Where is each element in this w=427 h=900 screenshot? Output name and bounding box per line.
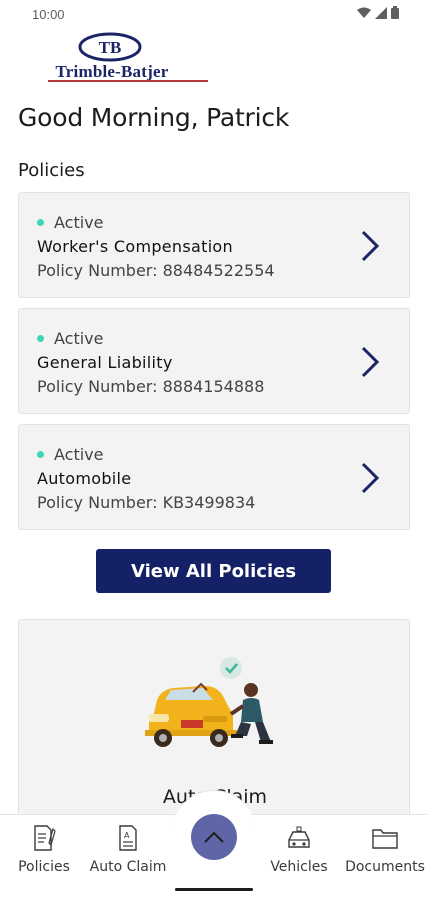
policy-number: Policy Number: KB3499834 xyxy=(37,493,256,512)
nav-label: Documents xyxy=(345,859,425,875)
wifi-icon xyxy=(357,7,371,18)
claim-form-icon: A xyxy=(119,825,137,851)
nav-label: Vehicles xyxy=(270,859,328,875)
car-repair-illustration xyxy=(145,657,273,747)
policy-card-automobile[interactable]: Active Automobile Policy Number: KB34998… xyxy=(18,424,410,530)
status-dot-icon xyxy=(37,451,44,458)
policy-number: Policy Number: 8884154888 xyxy=(37,377,265,396)
expand-menu-button[interactable] xyxy=(191,814,237,860)
company-logo: TB Trimble-Batjer xyxy=(12,32,212,84)
policy-status: Active xyxy=(37,445,104,464)
logo-monogram-icon: TB xyxy=(78,32,142,62)
chevron-right-icon[interactable] xyxy=(359,229,381,263)
policy-name: General Liability xyxy=(37,353,173,372)
policy-card-general-liability[interactable]: Active General Liability Policy Number: … xyxy=(18,308,410,414)
policy-number: Policy Number: 88484522554 xyxy=(37,261,275,280)
policy-name: Worker's Compensation xyxy=(37,237,233,256)
view-all-policies-button[interactable]: View All Policies xyxy=(96,549,331,593)
car-icon xyxy=(288,826,310,848)
policy-status-text: Active xyxy=(54,329,104,348)
folder-icon xyxy=(372,829,398,849)
policies-section-title: Policies xyxy=(18,160,85,181)
policy-name: Automobile xyxy=(37,469,132,488)
signal-icon xyxy=(375,6,387,19)
policy-document-icon xyxy=(34,825,56,851)
status-time: 10:00 xyxy=(32,7,65,22)
chevron-right-icon[interactable] xyxy=(359,345,381,379)
status-dot-icon xyxy=(37,219,44,226)
nav-item-vehicles[interactable]: Vehicles xyxy=(257,823,341,875)
svg-text:TB: TB xyxy=(99,38,122,57)
policy-status: Active xyxy=(37,329,104,348)
greeting-heading: Good Morning, Patrick xyxy=(18,103,290,132)
nav-label: Policies xyxy=(18,859,70,875)
home-indicator xyxy=(175,888,253,891)
policy-status: Active xyxy=(37,213,104,232)
status-icons xyxy=(357,6,399,19)
nav-item-documents[interactable]: Documents xyxy=(343,823,427,875)
battery-icon xyxy=(391,6,399,19)
policy-card-workers-compensation[interactable]: Active Worker's Compensation Policy Numb… xyxy=(18,192,410,298)
status-bar: 10:00 xyxy=(0,0,427,30)
nav-label: Auto Claim xyxy=(89,859,167,875)
nav-item-auto-claim[interactable]: A Auto Claim xyxy=(86,823,170,875)
logo-tagline-rule xyxy=(48,80,208,82)
chevron-right-icon[interactable] xyxy=(359,461,381,495)
policy-status-text: Active xyxy=(54,213,104,232)
logo-wordmark: Trimble-Batjer xyxy=(55,62,169,81)
policy-status-text: Active xyxy=(54,445,104,464)
status-dot-icon xyxy=(37,335,44,342)
chevron-up-icon xyxy=(204,831,224,843)
svg-text:A: A xyxy=(124,831,130,840)
nav-item-policies[interactable]: Policies xyxy=(2,823,86,875)
